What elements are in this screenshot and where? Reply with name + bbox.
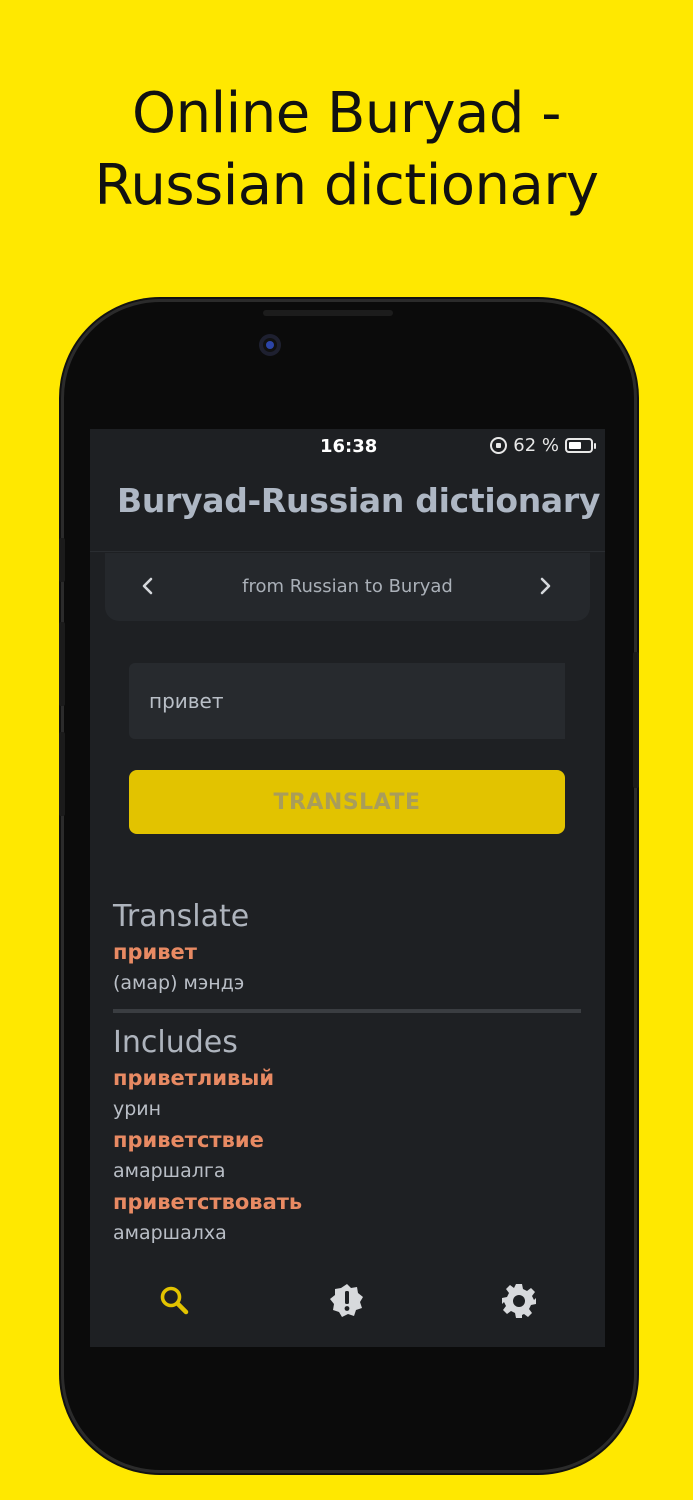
entry-word[interactable]: привет [113,937,583,967]
phone-volume-up-button [59,622,65,706]
battery-percent: 62 % [513,435,559,456]
battery-icon [565,438,596,453]
results-panel: Translate привет (амар) мэндэ Includes п… [113,897,583,1249]
entry-translation: амаршалга [113,1160,226,1182]
app-screen: 16:38 62 % Buryad-Russian dictionary fro… [90,429,605,1347]
promo-headline-line-1: Online Buryad - [132,81,561,146]
title-divider [90,551,605,552]
includes-entry: приветствие амаршалга [113,1125,583,1187]
bottom-navigation [90,1261,605,1341]
status-bar: 16:38 62 % [90,429,605,463]
chevron-right-icon[interactable] [529,570,561,602]
promo-headline: Online Buryad - Russian dictionary [0,78,693,222]
phone-side-button [59,538,65,582]
entry-translation: амаршалха [113,1222,227,1244]
entry-translation: (амар) мэндэ [113,972,245,994]
includes-entry: приветливый урин [113,1063,583,1125]
phone-power-button [633,652,639,788]
status-time: 16:38 [320,436,378,457]
translate-button[interactable]: TRANSLATE [129,770,565,834]
battery-level-fill [569,442,581,449]
app-title: Buryad-Russian dictionary [117,481,601,520]
entry-translation: урин [113,1098,162,1120]
status-right: 62 % [490,435,596,456]
promo-headline-line-2: Russian dictionary [94,153,599,218]
alert-badge-icon[interactable] [327,1281,367,1321]
phone-speaker-slot [263,310,393,316]
entry-word[interactable]: приветствовать [113,1187,583,1217]
front-camera-icon [259,334,281,356]
translate-heading: Translate [113,899,250,934]
includes-entry: приветствовать амаршалха [113,1187,583,1249]
direction-selector: from Russian to Buryad [105,553,590,621]
direction-label: from Russian to Buryad [242,576,453,597]
includes-heading: Includes [113,1025,238,1060]
phone-volume-down-button [59,732,65,816]
rotation-lock-icon [490,437,508,454]
gear-icon[interactable] [499,1281,539,1321]
section-divider [113,1009,581,1013]
search-input[interactable] [129,663,565,739]
search-icon[interactable] [155,1281,195,1321]
entry-word[interactable]: приветливый [113,1063,583,1093]
translate-entry: привет (амар) мэндэ [113,937,583,999]
entry-word[interactable]: приветствие [113,1125,583,1155]
